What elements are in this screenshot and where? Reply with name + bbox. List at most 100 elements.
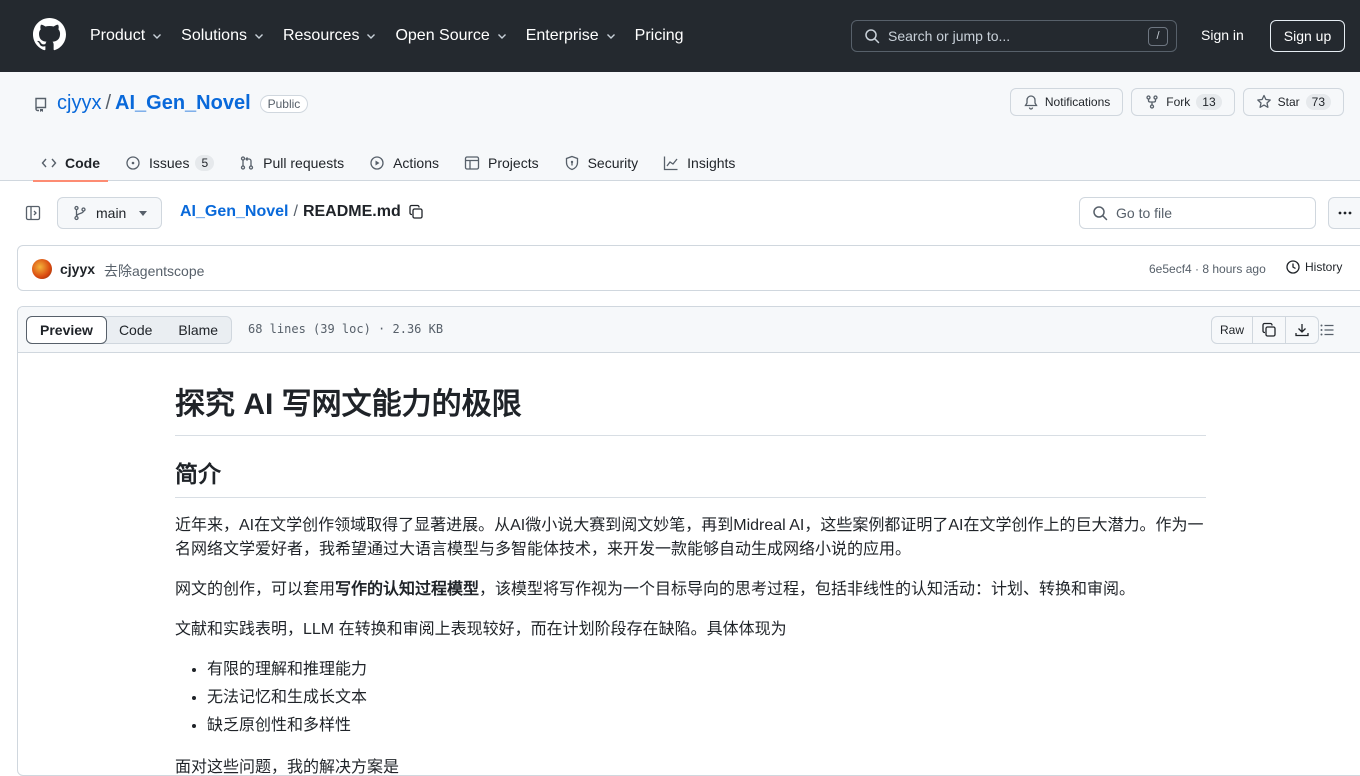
top-nav-item-enterprise[interactable]: Enterprise — [526, 24, 617, 48]
sign-in-link[interactable]: Sign in — [1201, 27, 1244, 43]
copy-path-icon[interactable] — [408, 204, 424, 220]
history-button[interactable]: History — [1285, 259, 1342, 275]
tab-insights[interactable]: Insights — [655, 144, 743, 181]
code-view-tab[interactable]: Code — [106, 317, 165, 343]
tab-issues[interactable]: Issues 5 — [117, 144, 222, 181]
commit-hash-time[interactable]: 6e5ecf4 · 8 hours ago — [1149, 262, 1266, 276]
history-icon — [1286, 260, 1300, 274]
branch-selector[interactable]: main — [57, 197, 162, 229]
pull-request-icon — [241, 155, 254, 170]
top-nav-item-pricing[interactable]: Pricing — [635, 24, 684, 48]
tab-pull-requests[interactable]: Pull requests — [231, 144, 352, 181]
top-nav-item-solutions[interactable]: Solutions — [181, 24, 265, 48]
readme-paragraph: 文献和实践表明，LLM 在转换和审阅上表现较好，而在计划阶段存在缺陷。具体体现为 — [175, 621, 787, 638]
list-item: 无法记忆和生成长文本 — [207, 684, 1206, 712]
repo-tabs: Code Issues 5 Pull requests Actions Projects S… — [33, 144, 752, 182]
code-icon — [41, 158, 57, 167]
top-nav-label: Pricing — [634, 27, 684, 44]
tab-label: Pull requests — [263, 154, 345, 171]
readme-text: ，该模型将写作视为一个目标导向的思考过程，包括非线性的认知活动：计划、转换和审阅… — [479, 581, 1136, 598]
fork-count: 13 — [1196, 94, 1222, 110]
git-branch-icon — [74, 205, 86, 221]
tab-label: Projects — [488, 154, 539, 171]
table-icon — [464, 155, 480, 170]
tab-label: Code — [65, 154, 100, 171]
tab-label: Security — [587, 154, 639, 171]
global-search-input[interactable]: Search or jump to... / — [851, 20, 1177, 52]
top-nav-label: Open Source — [395, 27, 490, 44]
fork-icon — [1146, 95, 1158, 109]
bell-icon — [1024, 95, 1038, 110]
branch-name: main — [96, 205, 127, 221]
more-options-button[interactable] — [1328, 197, 1360, 229]
readme-section-intro: 简介 — [175, 458, 1206, 498]
go-to-file-input[interactable]: Go to file — [1079, 197, 1316, 229]
list-unordered-icon — [1320, 324, 1334, 336]
top-nav-item-resources[interactable]: Resources — [283, 24, 377, 48]
readme-list: 有限的理解和推理能力 无法记忆和生成长文本 缺乏原创性和多样性 — [175, 656, 1206, 740]
search-icon — [1093, 206, 1108, 221]
avatar[interactable] — [32, 259, 52, 279]
preview-tab[interactable]: Preview — [26, 316, 107, 344]
tab-projects[interactable]: Projects — [456, 144, 547, 181]
repo-name-link[interactable]: AI_Gen_Novel — [115, 92, 251, 115]
expand-file-tree-button[interactable] — [17, 197, 49, 229]
play-icon — [370, 155, 384, 170]
readme-text: 网文的创作，可以套用 — [175, 581, 336, 598]
blame-tab[interactable]: Blame — [165, 317, 231, 343]
sidebar-expand-icon — [25, 205, 41, 221]
top-nav-item-open-source[interactable]: Open Source — [395, 24, 507, 48]
tab-counter: 5 — [195, 154, 215, 171]
kebab-horizontal-icon — [1338, 211, 1352, 215]
notifications-button[interactable]: Notifications — [1009, 88, 1124, 116]
latest-commit-bar: cjyyx 去除agentscope 6e5ecf4 · 8 hours ago… — [17, 245, 1360, 291]
github-logo-icon[interactable] — [33, 18, 66, 51]
tab-actions[interactable]: Actions — [361, 144, 447, 181]
commit-author[interactable]: cjyyx — [60, 261, 95, 277]
global-header: Product Solutions Resources Open Source Ente… — [0, 0, 1360, 72]
file-viewer: Preview Code Blame 68 lines (39 loc) · 2… — [17, 306, 1360, 776]
download-button[interactable] — [1286, 317, 1318, 343]
go-to-file-placeholder: Go to file — [1116, 205, 1173, 221]
repo-icon — [35, 97, 47, 112]
tab-code[interactable]: Code — [33, 144, 108, 182]
star-count: 73 — [1305, 94, 1331, 110]
tab-label: Actions — [393, 154, 440, 171]
caret-down-icon — [139, 211, 147, 216]
top-nav-label: Enterprise — [525, 27, 599, 44]
fork-button[interactable]: Fork 13 — [1131, 88, 1235, 116]
shield-icon — [565, 155, 578, 170]
chevron-down-icon — [606, 34, 615, 39]
search-shortcut-hint: / — [1148, 27, 1168, 46]
view-mode-switch: Preview Code Blame — [26, 316, 233, 344]
readme-paragraph: 面对这些问题，我的解决方案是 — [175, 759, 400, 776]
file-header: Preview Code Blame 68 lines (39 loc) · 2… — [18, 307, 1360, 353]
readme-title: 探究 AI 写网文能力的极限 — [175, 386, 1206, 436]
breadcrumb-repo-link[interactable]: AI_Gen_Novel — [180, 203, 288, 221]
readme-paragraph: 近年来，AI在文学创作领域取得了显著进展。从AI微小说大赛到阅文妙笔，再到Mid… — [175, 517, 1204, 558]
search-placeholder: Search or jump to... — [888, 28, 1011, 44]
list-item: 缺乏原创性和多样性 — [207, 712, 1206, 740]
top-nav-label: Resources — [282, 27, 360, 44]
breadcrumb: AI_Gen_Novel / README.md — [180, 203, 424, 221]
top-nav-label: Product — [90, 27, 146, 44]
raw-button[interactable]: Raw — [1212, 317, 1254, 343]
repo-owner-link[interactable]: cjyyx — [57, 92, 101, 115]
chevron-down-icon — [153, 34, 162, 39]
tab-label: Issues — [149, 154, 190, 171]
sign-up-button[interactable]: Sign up — [1270, 20, 1345, 52]
top-nav-item-product[interactable]: Product — [90, 24, 163, 48]
star-icon — [1256, 94, 1271, 108]
star-button[interactable]: Star 73 — [1242, 88, 1344, 116]
repo-actions: Notifications Fork 13 Star 73 — [1002, 88, 1344, 116]
list-item: 有限的理解和推理能力 — [207, 656, 1206, 684]
copy-icon — [1262, 322, 1276, 337]
commit-message[interactable]: 去除agentscope — [104, 261, 204, 281]
copy-raw-button[interactable] — [1253, 317, 1287, 343]
issue-icon — [126, 155, 140, 170]
tab-security[interactable]: Security — [556, 144, 647, 181]
download-icon — [1295, 324, 1309, 337]
outline-button[interactable] — [1319, 322, 1335, 338]
file-actions: Raw — [1211, 316, 1320, 344]
repo-title: cjyyx / AI_Gen_Novel Public — [33, 92, 309, 115]
